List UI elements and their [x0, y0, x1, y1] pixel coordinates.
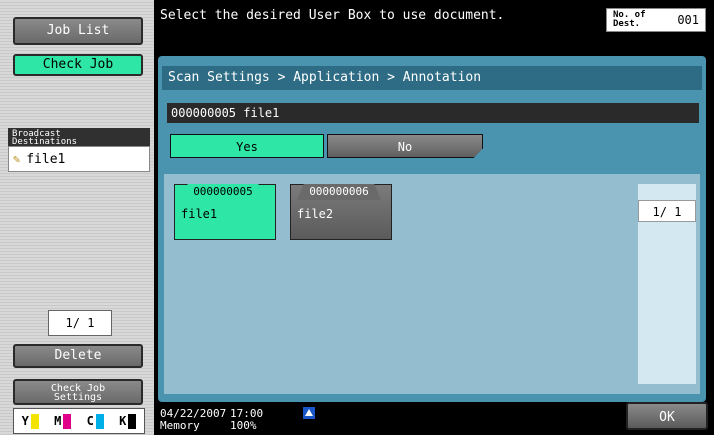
check-job-button[interactable]: Check Job	[13, 54, 143, 76]
broadcast-destinations-title: Broadcast Destinations	[8, 128, 150, 147]
ok-button[interactable]: OK	[626, 402, 708, 430]
check-job-settings-button[interactable]: Check Job Settings	[13, 379, 143, 405]
left-panel: Job List Check Job Broadcast Destination…	[0, 0, 154, 435]
toner-m: M	[54, 413, 72, 429]
time-memory: 17:00 100%	[230, 408, 263, 432]
toner-levels: Y M C K	[13, 408, 145, 434]
user-box-number: 000000006	[297, 184, 381, 200]
toner-c: C	[87, 413, 104, 429]
no-button[interactable]: No	[327, 134, 483, 158]
user-box-pager: 1/ 1	[638, 184, 696, 384]
broadcast-pager: 1/ 1	[48, 310, 112, 336]
network-icon	[303, 407, 315, 419]
footer: 04/22/2007 Memory 17:00 100% OK	[154, 402, 714, 435]
broadcast-item-label: file1	[26, 151, 66, 167]
screen: Job List Check Job Broadcast Destination…	[0, 0, 714, 435]
user-box-number: 000000005	[181, 184, 265, 200]
user-box-name: file2	[297, 207, 334, 221]
user-box-000000005[interactable]: 000000005 file1	[174, 184, 276, 240]
dest-count-label: No. of Dest.	[613, 10, 646, 29]
breadcrumb: Scan Settings > Application > Annotation	[162, 66, 702, 90]
selected-document: 000000005 file1	[167, 103, 699, 123]
user-box-000000006[interactable]: 000000006 file2	[290, 184, 392, 240]
date-memory: 04/22/2007 Memory	[160, 408, 226, 432]
instruction-message: Select the desired User Box to use docum…	[160, 8, 505, 23]
memory-label: Memory	[160, 419, 200, 432]
toner-k: K	[119, 413, 137, 429]
broadcast-item-file1[interactable]: ✎ file1	[8, 146, 150, 172]
user-box-name: file1	[181, 207, 218, 221]
header: Select the desired User Box to use docum…	[154, 0, 714, 56]
user-box-page-indicator: 1/ 1	[638, 200, 696, 222]
check-job-settings-line2: Settings	[53, 392, 103, 403]
yes-button[interactable]: Yes	[170, 134, 324, 158]
delete-button[interactable]: Delete	[13, 344, 143, 368]
job-list-button[interactable]: Job List	[13, 17, 143, 45]
broadcast-destinations: Broadcast Destinations ✎ file1	[8, 128, 150, 174]
toner-y: Y	[22, 413, 39, 429]
dest-count-box: No. of Dest. 001	[606, 8, 706, 32]
main-panel: Scan Settings > Application > Annotation…	[158, 56, 706, 402]
file-icon: ✎	[13, 152, 21, 166]
memory-value: 100%	[230, 419, 257, 432]
broadcast-title-line2: Destinations	[12, 137, 78, 147]
user-box-area: 000000005 file1 000000006 file2 1/ 1	[164, 174, 700, 394]
dest-count-value: 001	[677, 13, 699, 27]
